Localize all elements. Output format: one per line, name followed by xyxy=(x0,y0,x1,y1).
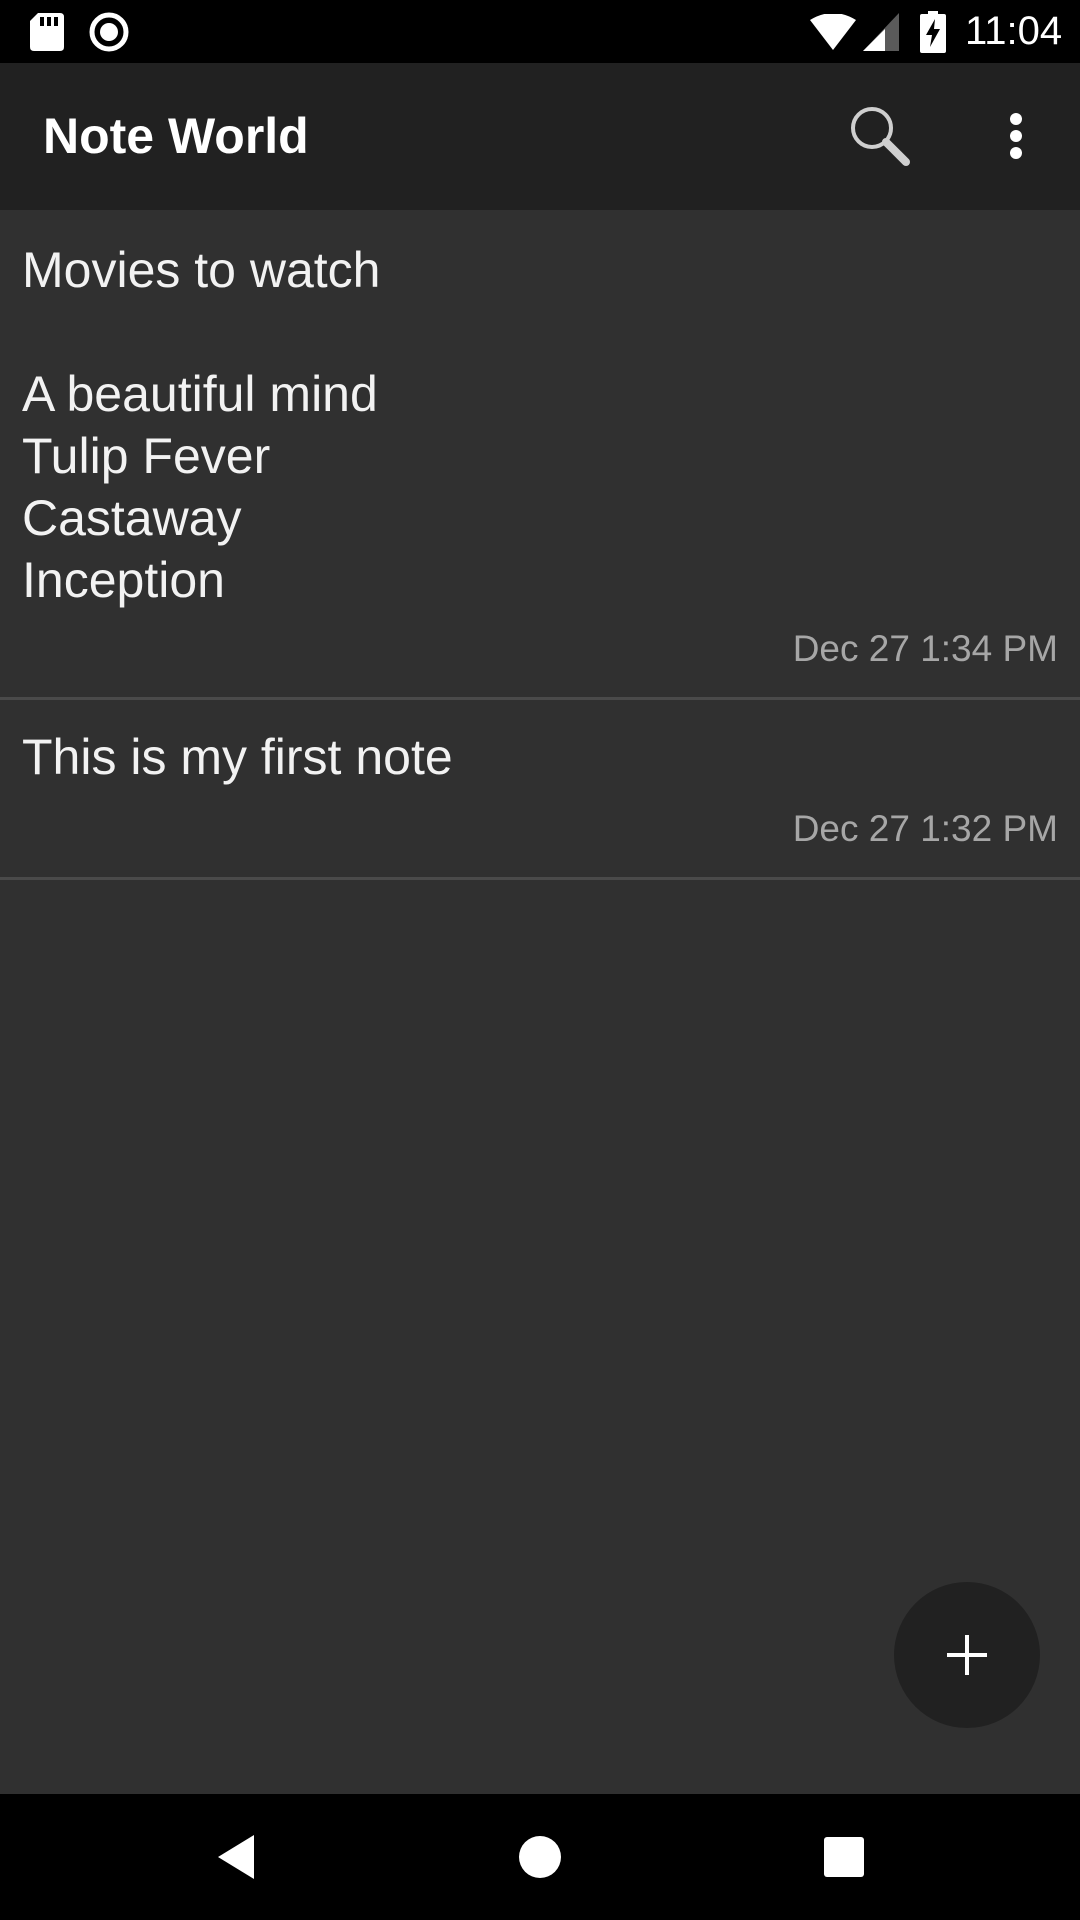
add-note-button[interactable] xyxy=(894,1582,1040,1728)
screen: 11:04 Note World Movies to watch A beaut… xyxy=(0,0,1080,1920)
cell-signal-icon xyxy=(863,0,899,63)
search-button[interactable] xyxy=(830,86,930,186)
status-time: 11:04 xyxy=(965,9,1063,53)
record-icon xyxy=(89,0,129,63)
more-options-button[interactable] xyxy=(966,86,1066,186)
app-title: Note World xyxy=(43,108,309,164)
recents-icon xyxy=(824,1837,864,1877)
add-icon xyxy=(947,1635,987,1675)
back-icon xyxy=(218,1835,254,1879)
note-list: Movies to watch A beautiful mind Tulip F… xyxy=(0,210,1080,880)
battery-charging-icon xyxy=(920,0,946,63)
status-bar: 11:04 xyxy=(0,0,1080,63)
home-button[interactable] xyxy=(490,1807,590,1907)
search-icon xyxy=(851,107,910,166)
note-content: This is my first note xyxy=(22,729,453,785)
recents-button[interactable] xyxy=(794,1807,894,1907)
back-button[interactable] xyxy=(186,1807,286,1907)
note-date: Dec 27 1:34 PM xyxy=(792,628,1058,669)
note-date: Dec 27 1:32 PM xyxy=(792,808,1058,849)
note-item[interactable]: This is my first note Dec 27 1:32 PM xyxy=(0,700,1080,880)
more-vert-icon xyxy=(1010,113,1022,159)
note-item[interactable]: Movies to watch A beautiful mind Tulip F… xyxy=(0,210,1080,700)
nav-bar xyxy=(0,1794,1080,1920)
wifi-icon xyxy=(810,0,856,63)
note-content: Movies to watch A beautiful mind Tulip F… xyxy=(22,242,381,608)
app-bar: Note World xyxy=(0,63,1080,210)
home-icon xyxy=(519,1836,561,1878)
sd-card-icon xyxy=(30,0,64,63)
